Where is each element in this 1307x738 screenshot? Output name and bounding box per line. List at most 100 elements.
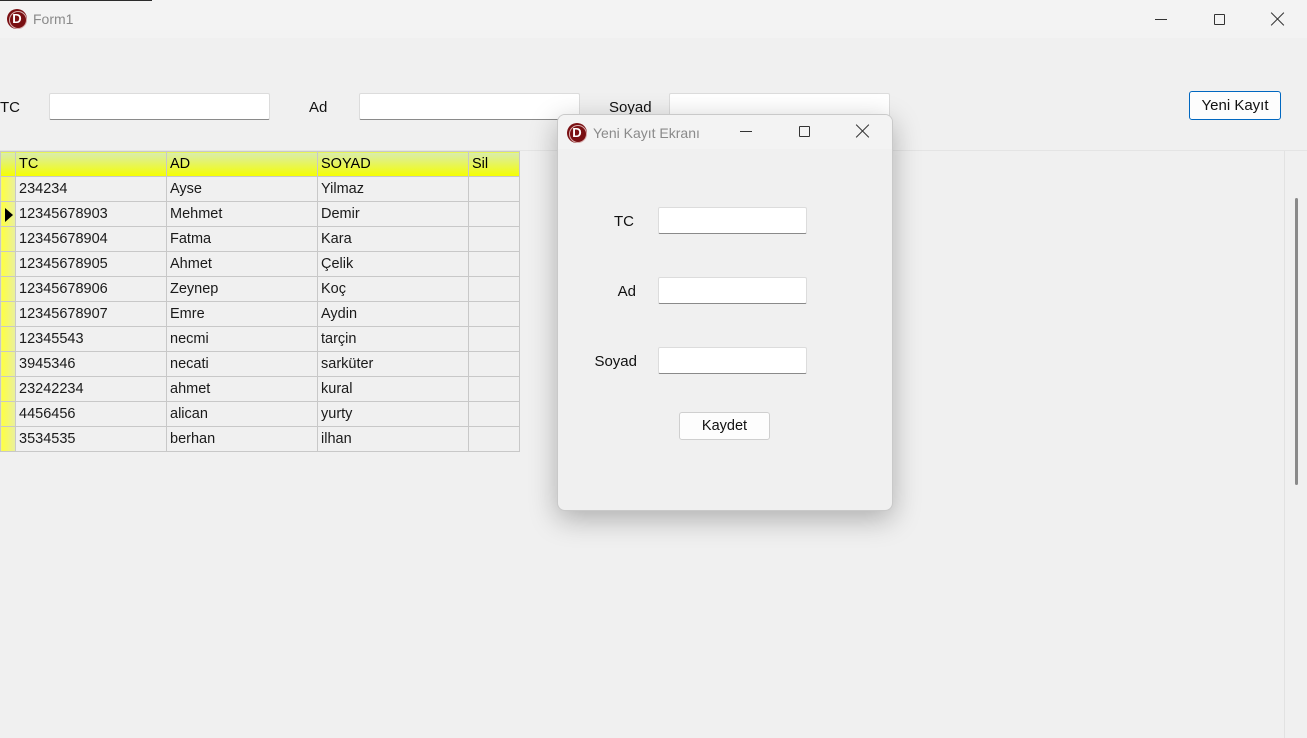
dialog-minimize-button[interactable] — [731, 119, 761, 143]
cell-tc[interactable]: 3534535 — [15, 426, 167, 452]
cell-tc[interactable]: 12345678903 — [15, 201, 167, 227]
cell-ad[interactable]: berhan — [166, 426, 318, 452]
maximize-button[interactable] — [1204, 7, 1234, 31]
row-indicator[interactable] — [0, 251, 16, 277]
close-button[interactable] — [1263, 7, 1293, 31]
column-header-sil[interactable]: Sil — [468, 151, 520, 177]
records-grid[interactable]: TC AD SOYAD Sil 234234 Ayse Yilmaz 1234567… — [0, 151, 520, 452]
cell-ad[interactable]: Fatma — [166, 226, 318, 252]
cell-soyad[interactable]: Aydin — [317, 301, 469, 327]
column-header-tc[interactable]: TC — [15, 151, 167, 177]
column-header-ad[interactable]: AD — [166, 151, 318, 177]
row-indicator[interactable] — [0, 376, 16, 402]
cell-ad[interactable]: necati — [166, 351, 318, 377]
cell-tc[interactable]: 12345678907 — [15, 301, 167, 327]
minimize-button[interactable] — [1146, 7, 1176, 31]
scrollbar-thumb[interactable] — [1295, 198, 1298, 485]
cell-soyad[interactable]: tarçin — [317, 326, 469, 352]
row-indicator[interactable] — [0, 326, 16, 352]
dialog-ad-input[interactable] — [658, 277, 807, 304]
table-row[interactable]: 12345678906 Zeynep Koç — [0, 276, 520, 302]
row-indicator[interactable] — [0, 226, 16, 252]
cell-sil[interactable] — [468, 226, 520, 252]
cell-tc[interactable]: 4456456 — [15, 401, 167, 427]
dialog-tc-label: TC — [614, 213, 634, 230]
cell-ad[interactable]: Ayse — [166, 176, 318, 202]
tc-filter-input[interactable] — [49, 93, 270, 120]
row-indicator[interactable] — [0, 401, 16, 427]
row-indicator[interactable] — [0, 201, 16, 227]
save-button[interactable]: Kaydet — [679, 412, 770, 440]
table-row[interactable]: 3534535 berhan ilhan — [0, 426, 520, 452]
row-indicator[interactable] — [0, 426, 16, 452]
cell-soyad[interactable]: Çelik — [317, 251, 469, 277]
cell-tc[interactable]: 3945346 — [15, 351, 167, 377]
delphi-logo-icon: D — [567, 123, 587, 143]
cell-sil[interactable] — [468, 201, 520, 227]
main-title-bar[interactable]: D Form1 — [0, 0, 1307, 38]
cell-ad[interactable]: Ahmet — [166, 251, 318, 277]
table-row[interactable]: 12345678904 Fatma Kara — [0, 226, 520, 252]
window-title: Form1 — [33, 11, 74, 27]
cell-soyad[interactable]: Kara — [317, 226, 469, 252]
cell-sil[interactable] — [468, 376, 520, 402]
row-indicator[interactable] — [0, 351, 16, 377]
table-row[interactable]: 23242234 ahmet kural — [0, 376, 520, 402]
cell-soyad[interactable]: sarküter — [317, 351, 469, 377]
cell-sil[interactable] — [468, 401, 520, 427]
grid-header-row: TC AD SOYAD Sil — [0, 151, 520, 177]
tc-filter-label: TC — [0, 99, 20, 116]
cell-sil[interactable] — [468, 301, 520, 327]
table-row[interactable]: 3945346 necati sarküter — [0, 351, 520, 377]
cell-tc[interactable]: 12345678905 — [15, 251, 167, 277]
row-indicator[interactable] — [0, 301, 16, 327]
maximize-icon — [1213, 13, 1225, 25]
dialog-close-button[interactable] — [848, 119, 878, 143]
ad-filter-input[interactable] — [359, 93, 580, 120]
cell-ad[interactable]: necmi — [166, 326, 318, 352]
cell-soyad[interactable]: Yilmaz — [317, 176, 469, 202]
cell-tc[interactable]: 12345678904 — [15, 226, 167, 252]
cell-sil[interactable] — [468, 426, 520, 452]
close-icon — [1271, 12, 1285, 26]
cell-tc[interactable]: 234234 — [15, 176, 167, 202]
table-row[interactable]: 12345678905 Ahmet Çelik — [0, 251, 520, 277]
cell-soyad[interactable]: ilhan — [317, 426, 469, 452]
dialog-title-bar[interactable]: D Yeni Kayıt Ekranı — [558, 115, 892, 149]
new-record-dialog[interactable]: D Yeni Kayıt Ekranı TC Ad Soyad Kaydet — [557, 114, 893, 511]
dialog-tc-input[interactable] — [658, 207, 807, 234]
minimize-icon — [1155, 18, 1167, 20]
cell-ad[interactable]: alican — [166, 401, 318, 427]
table-row[interactable]: 234234 Ayse Yilmaz — [0, 176, 520, 202]
table-row[interactable]: 12345678907 Emre Aydin — [0, 301, 520, 327]
cell-sil[interactable] — [468, 326, 520, 352]
current-row-arrow-icon — [5, 208, 13, 222]
table-row[interactable]: 4456456 alican yurty — [0, 401, 520, 427]
cell-sil[interactable] — [468, 351, 520, 377]
cell-sil[interactable] — [468, 176, 520, 202]
cell-tc[interactable]: 23242234 — [15, 376, 167, 402]
row-indicator[interactable] — [0, 276, 16, 302]
cell-ad[interactable]: ahmet — [166, 376, 318, 402]
close-icon — [856, 124, 870, 138]
row-indicator[interactable] — [0, 176, 16, 202]
cell-ad[interactable]: Zeynep — [166, 276, 318, 302]
new-record-button[interactable]: Yeni Kayıt — [1189, 91, 1281, 120]
cell-tc[interactable]: 12345543 — [15, 326, 167, 352]
cell-soyad[interactable]: Demir — [317, 201, 469, 227]
column-header-soyad[interactable]: SOYAD — [317, 151, 469, 177]
table-row[interactable]: 12345543 necmi tarçin — [0, 326, 520, 352]
cell-sil[interactable] — [468, 251, 520, 277]
cell-ad[interactable]: Emre — [166, 301, 318, 327]
vertical-scrollbar[interactable] — [1284, 151, 1307, 738]
cell-ad[interactable]: Mehmet — [166, 201, 318, 227]
dialog-maximize-button[interactable] — [789, 119, 819, 143]
ad-filter-label: Ad — [309, 99, 328, 116]
cell-sil[interactable] — [468, 276, 520, 302]
cell-tc[interactable]: 12345678906 — [15, 276, 167, 302]
dialog-soyad-input[interactable] — [658, 347, 807, 374]
table-row[interactable]: 12345678903 Mehmet Demir — [0, 201, 520, 227]
cell-soyad[interactable]: Koç — [317, 276, 469, 302]
cell-soyad[interactable]: kural — [317, 376, 469, 402]
cell-soyad[interactable]: yurty — [317, 401, 469, 427]
